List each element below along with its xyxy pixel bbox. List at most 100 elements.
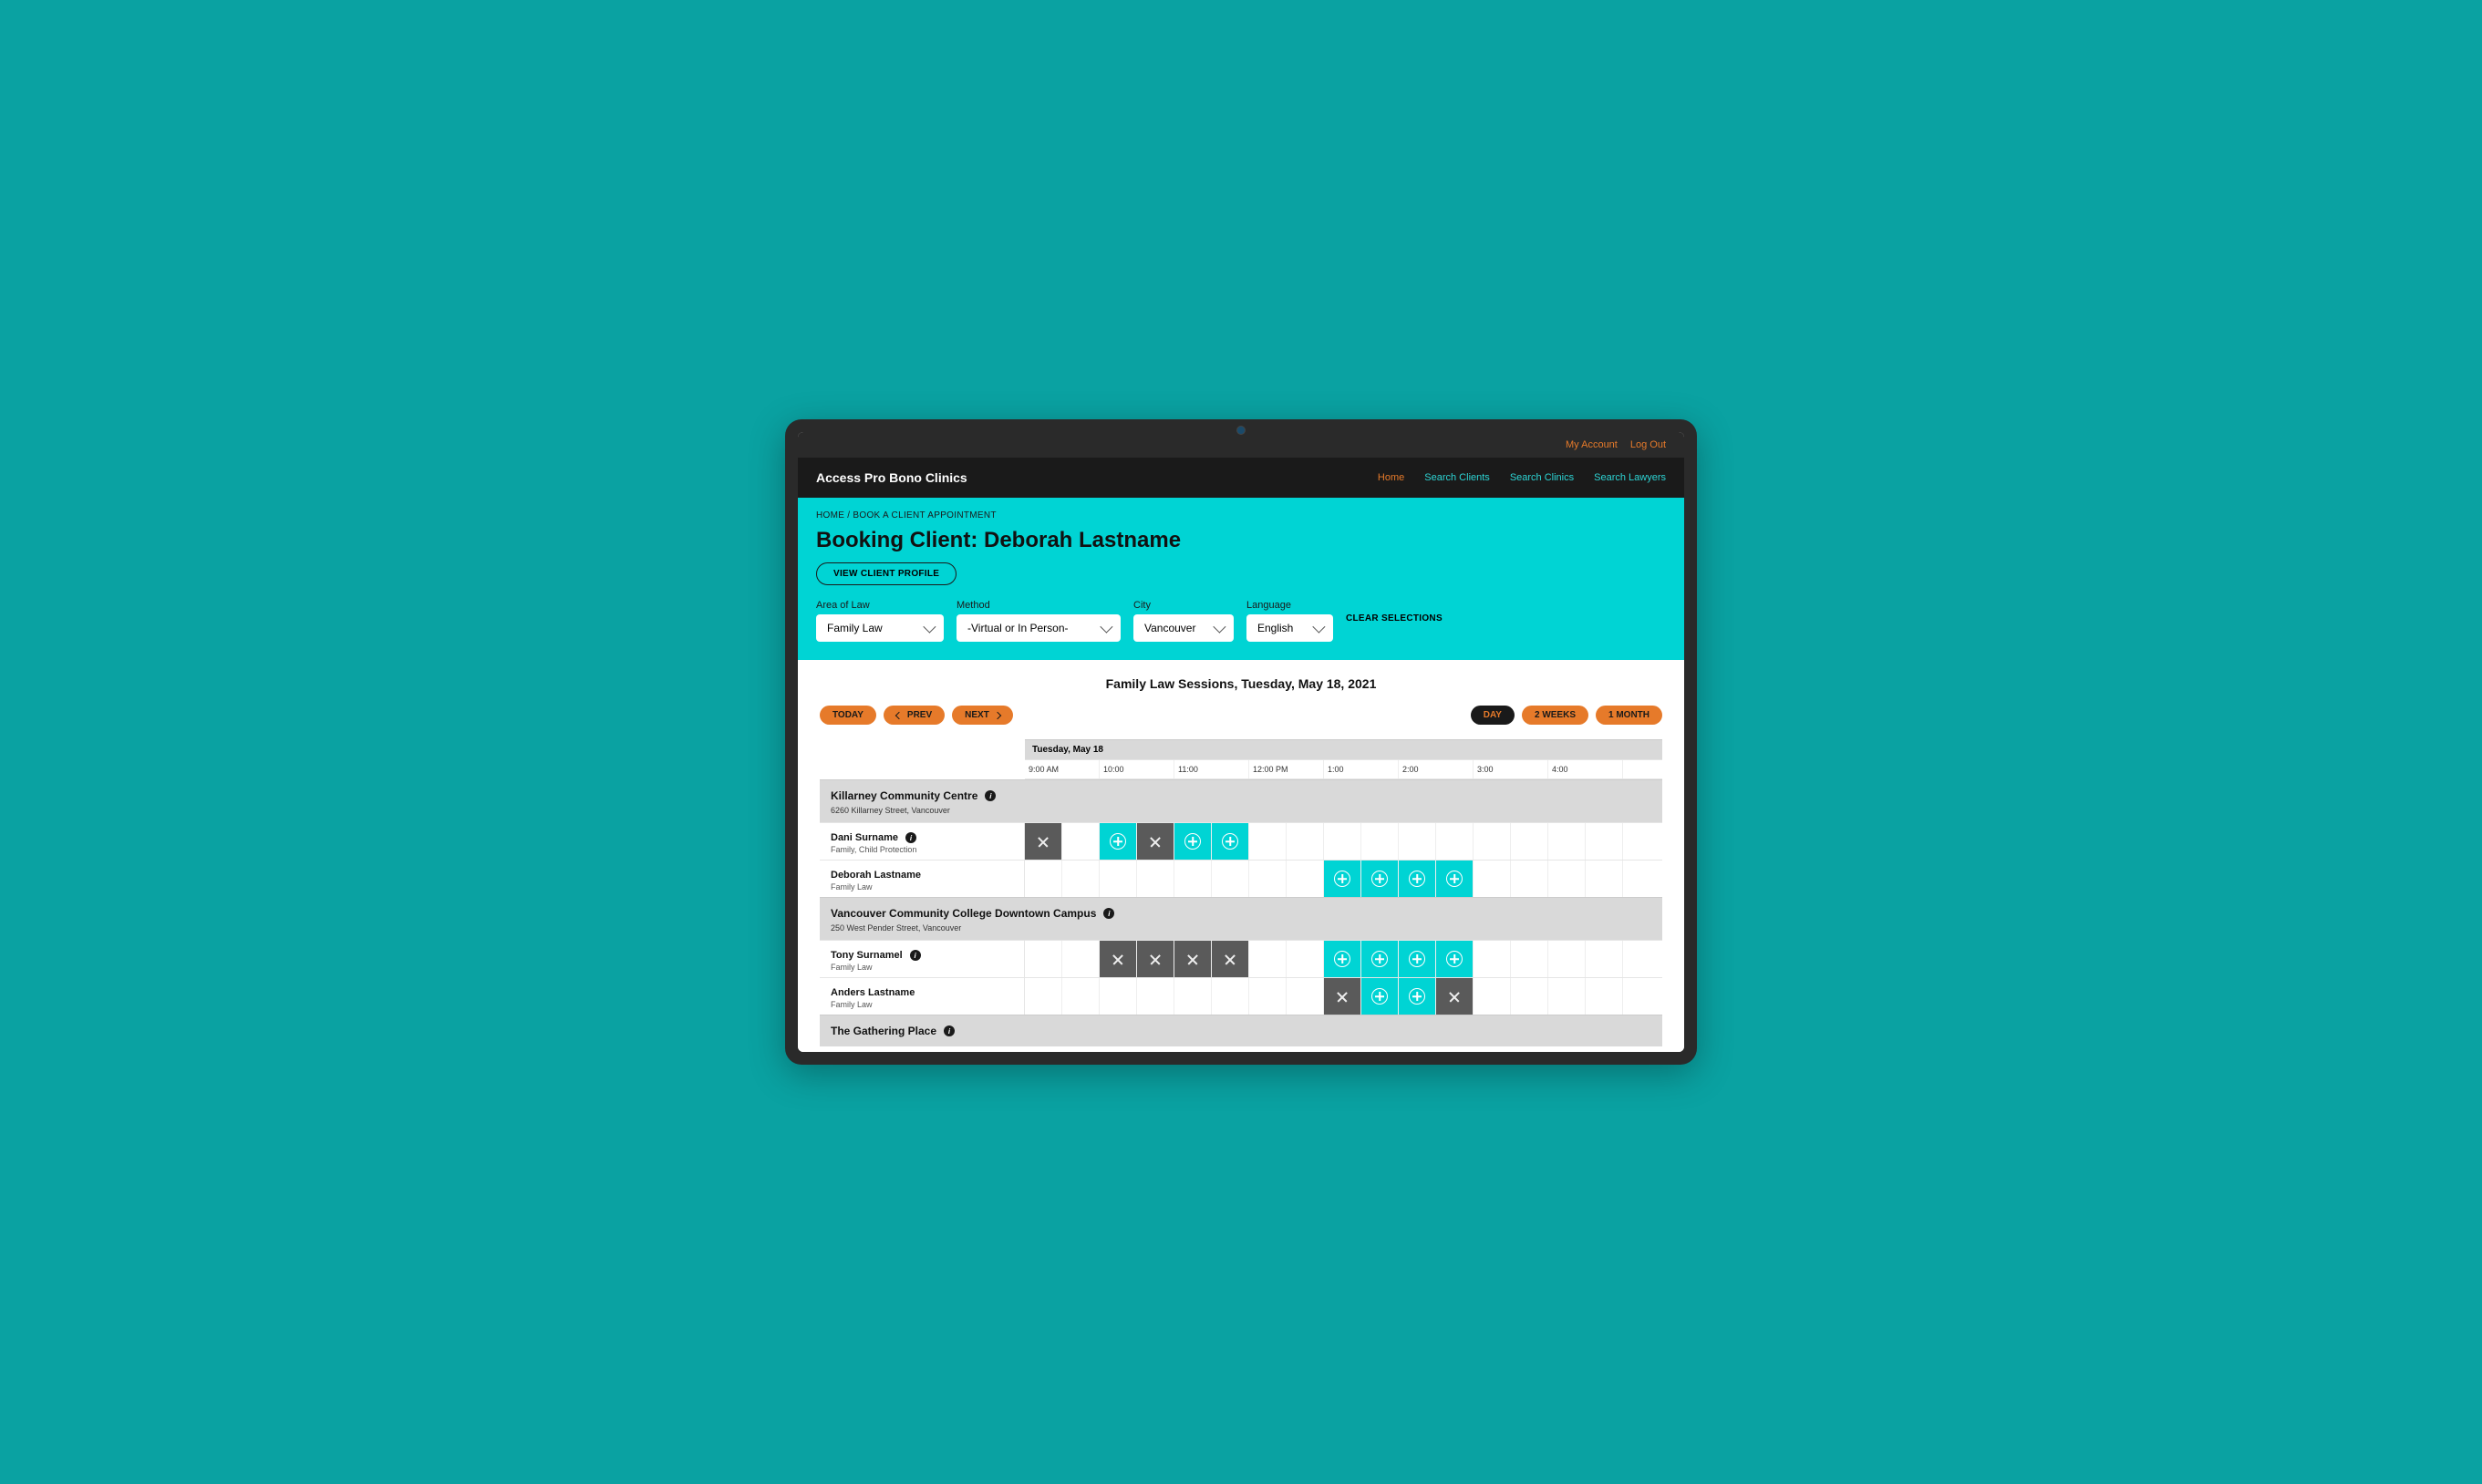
location-address: 6260 Killarney Street, Vancouver — [831, 806, 1651, 815]
location-name: Killarney Community Centrei — [831, 789, 996, 802]
calendar-grid: Tuesday, May 18 9:00 AM10:0011:0012:00 P… — [820, 739, 1662, 1046]
slot-empty — [1586, 978, 1623, 1015]
slot-available[interactable] — [1436, 941, 1474, 977]
page-header: HOME / BOOK A CLIENT APPOINTMENT Booking… — [798, 498, 1684, 660]
filter-area-select[interactable]: Family Law — [816, 614, 944, 642]
slot-empty — [1100, 861, 1137, 897]
prev-button[interactable]: PREV — [884, 706, 945, 725]
plus-icon — [1371, 988, 1388, 1005]
info-icon[interactable]: i — [905, 832, 916, 843]
screen: My Account Log Out Access Pro Bono Clini… — [798, 432, 1684, 1052]
slot-empty — [1436, 823, 1474, 860]
chevron-down-icon — [1213, 621, 1225, 634]
location-row: Killarney Community Centrei 6260 Killarne… — [820, 779, 1662, 822]
plus-icon — [1334, 871, 1350, 887]
info-icon[interactable]: i — [985, 790, 996, 801]
content-area: Family Law Sessions, Tuesday, May 18, 20… — [798, 660, 1684, 1052]
slot-empty — [1474, 861, 1511, 897]
person-meta: Family Law — [831, 882, 1013, 891]
slot-available[interactable] — [1399, 941, 1436, 977]
slot-available[interactable] — [1361, 861, 1399, 897]
slot-unavailable[interactable] — [1212, 941, 1249, 977]
slot-empty — [1586, 941, 1623, 977]
slot-available[interactable] — [1324, 941, 1361, 977]
person-meta: Family, Child Protection — [831, 845, 1013, 854]
slot-available[interactable] — [1399, 861, 1436, 897]
next-button[interactable]: NEXT — [952, 706, 1013, 725]
slot-empty — [1025, 861, 1062, 897]
nav-home[interactable]: Home — [1378, 472, 1404, 483]
slot-empty — [1474, 978, 1511, 1015]
slot-unavailable[interactable] — [1174, 941, 1212, 977]
slot-available[interactable] — [1174, 823, 1212, 860]
slot-empty — [1361, 823, 1399, 860]
chevron-down-icon — [923, 621, 936, 634]
breadcrumb[interactable]: HOME / BOOK A CLIENT APPOINTMENT — [816, 510, 1666, 520]
slot-available[interactable] — [1361, 978, 1399, 1015]
filter-language-label: Language — [1246, 600, 1333, 611]
nav-search-lawyers[interactable]: Search Lawyers — [1594, 472, 1666, 483]
location-name: The Gathering Placei — [831, 1025, 955, 1037]
info-icon[interactable]: i — [944, 1025, 955, 1036]
slot-available[interactable] — [1436, 861, 1474, 897]
calendar-controls: TODAY PREV NEXT DAY 2 WEEKS 1 MONTH — [798, 706, 1684, 739]
plus-icon — [1222, 833, 1238, 850]
calendar-date-header: Tuesday, May 18 — [1025, 739, 1662, 759]
slot-empty — [1062, 823, 1100, 860]
slot-empty — [1212, 861, 1249, 897]
view-day-button[interactable]: DAY — [1471, 706, 1515, 725]
slot-available[interactable] — [1100, 823, 1137, 860]
slot-unavailable[interactable] — [1025, 823, 1062, 860]
slot-available[interactable] — [1212, 823, 1249, 860]
person-meta: Family Law — [831, 963, 1013, 972]
my-account-link[interactable]: My Account — [1566, 439, 1618, 450]
info-icon[interactable]: i — [910, 950, 921, 961]
slot-available[interactable] — [1361, 941, 1399, 977]
plus-icon — [1184, 833, 1201, 850]
time-header-cell: 10:00 — [1100, 760, 1174, 778]
slot-empty — [1511, 861, 1548, 897]
chevron-right-icon — [994, 711, 1001, 718]
filter-method-select[interactable]: -Virtual or In Person- — [957, 614, 1121, 642]
x-icon — [1448, 990, 1461, 1003]
slot-unavailable[interactable] — [1100, 941, 1137, 977]
slot-track — [1025, 823, 1662, 860]
nav-search-clients[interactable]: Search Clients — [1424, 472, 1490, 483]
person-name: Anders Lastname — [831, 987, 915, 998]
plus-icon — [1371, 951, 1388, 967]
nav-search-clinics[interactable]: Search Clinics — [1510, 472, 1574, 483]
filter-language-select[interactable]: English — [1246, 614, 1333, 642]
plus-icon — [1371, 871, 1388, 887]
time-header-cell: 9:00 AM — [1025, 760, 1100, 778]
slot-unavailable[interactable] — [1436, 978, 1474, 1015]
plus-icon — [1110, 833, 1126, 850]
info-icon[interactable]: i — [1103, 908, 1114, 919]
slot-available[interactable] — [1324, 861, 1361, 897]
x-icon — [1149, 953, 1162, 965]
today-button[interactable]: TODAY — [820, 706, 876, 725]
slot-empty — [1025, 978, 1062, 1015]
slot-unavailable[interactable] — [1137, 823, 1174, 860]
view-client-profile-button[interactable]: VIEW CLIENT PROFILE — [816, 562, 957, 585]
plus-icon — [1446, 951, 1463, 967]
location-row: The Gathering Placei — [820, 1015, 1662, 1046]
slot-empty — [1100, 978, 1137, 1015]
slot-unavailable[interactable] — [1137, 941, 1174, 977]
clear-selections-button[interactable]: CLEAR SELECTIONS — [1346, 613, 1443, 629]
slot-empty — [1287, 941, 1324, 977]
logout-link[interactable]: Log Out — [1630, 439, 1666, 450]
slot-available[interactable] — [1399, 978, 1436, 1015]
location-name: Vancouver Community College Downtown Cam… — [831, 907, 1114, 920]
plus-icon — [1409, 951, 1425, 967]
slot-unavailable[interactable] — [1324, 978, 1361, 1015]
slot-empty — [1062, 861, 1100, 897]
filter-city-select[interactable]: Vancouver — [1133, 614, 1234, 642]
slot-empty — [1548, 978, 1586, 1015]
slot-empty — [1174, 978, 1212, 1015]
view-2weeks-button[interactable]: 2 WEEKS — [1522, 706, 1588, 725]
plus-icon — [1409, 988, 1425, 1005]
slot-empty — [1212, 978, 1249, 1015]
slot-empty — [1174, 861, 1212, 897]
view-1month-button[interactable]: 1 MONTH — [1596, 706, 1662, 725]
navbar: Access Pro Bono Clinics Home Search Clie… — [798, 458, 1684, 498]
